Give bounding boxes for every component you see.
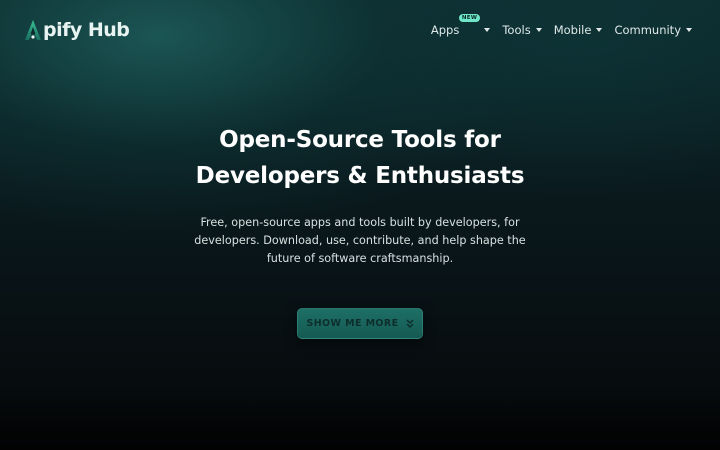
new-badge: NEW (458, 14, 481, 22)
brand-mark-icon (25, 20, 41, 40)
brand-logo[interactable]: pify Hub (24, 18, 130, 42)
nav-item-apps-label: Apps (430, 23, 460, 37)
nav-item-tools[interactable]: Tools (502, 19, 542, 41)
bottom-vignette (0, 390, 720, 450)
hero-title-line-2: Developers & Enthusiasts (195, 163, 525, 189)
chevron-down-icon (484, 28, 491, 32)
main-nav: Apps NEW Tools Mobile Community (430, 14, 692, 41)
show-more-button[interactable]: SHOW ME MORE (297, 308, 423, 339)
brand-name: pify Hub (43, 19, 130, 41)
chevron-down-icon (596, 28, 603, 32)
show-more-button-label: SHOW ME MORE (306, 318, 399, 329)
hero-title: Open-Source Tools for Developers & Enthu… (196, 122, 525, 194)
hero-subtitle: Free, open-source apps and tools built b… (194, 216, 526, 265)
nav-item-mobile-label: Mobile (553, 23, 592, 37)
site-header: pify Hub Apps NEW Tools Mobile Community (0, 0, 720, 60)
nav-item-mobile[interactable]: Mobile (554, 19, 603, 41)
hero-title-line-1: Open-Source Tools for (219, 127, 501, 153)
nav-item-community-label: Community (614, 23, 681, 37)
chevron-down-icon (535, 28, 542, 32)
chevron-down-icon (686, 28, 692, 32)
double-chevron-down-icon (405, 319, 414, 328)
nav-item-apps[interactable]: Apps NEW (430, 14, 491, 41)
nav-item-community[interactable]: Community (614, 19, 692, 41)
nav-item-tools-label: Tools (502, 23, 531, 37)
hero-section: Open-Source Tools for Developers & Enthu… (0, 122, 720, 339)
